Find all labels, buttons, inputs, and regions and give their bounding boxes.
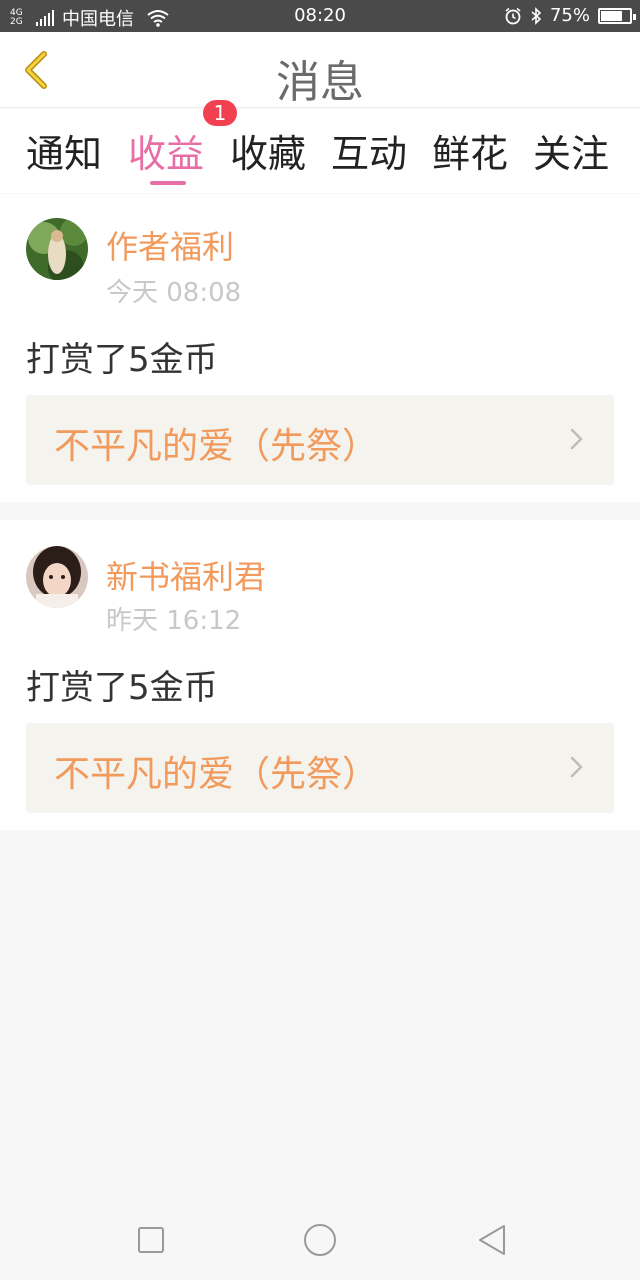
back-icon[interactable] bbox=[472, 1220, 512, 1260]
system-nav-bar bbox=[0, 1190, 640, 1280]
page-title: 消息 bbox=[276, 57, 364, 108]
unread-badge: 1 bbox=[203, 100, 237, 126]
avatar[interactable] bbox=[26, 218, 88, 280]
header: 消息 bbox=[0, 32, 640, 108]
battery-percent: 75% bbox=[549, 5, 590, 26]
book-link[interactable]: 不平凡的爱（先祭） bbox=[26, 395, 614, 485]
book-link[interactable]: 不平凡的爱（先祭） bbox=[26, 723, 614, 813]
tab-following[interactable]: 关注 bbox=[533, 123, 609, 178]
author-name[interactable]: 作者福利 bbox=[106, 222, 234, 268]
tab-notifications[interactable]: 通知 bbox=[26, 123, 102, 178]
message-time: 昨天 16:12 bbox=[106, 606, 242, 636]
tab-flowers[interactable]: 鲜花 bbox=[432, 123, 508, 178]
message-text: 打赏了5金币 bbox=[26, 668, 218, 708]
book-title: 不平凡的爱（先祭） bbox=[54, 426, 379, 467]
home-icon[interactable] bbox=[300, 1220, 340, 1260]
message-card: 新书福利君 昨天 16:12 打赏了5金币 不平凡的爱（先祭） bbox=[0, 520, 640, 830]
chevron-right-icon bbox=[570, 428, 583, 450]
active-tab-indicator bbox=[150, 181, 186, 185]
recent-apps-icon[interactable] bbox=[131, 1220, 171, 1260]
status-bar: 4G 2G 中国电信 08:20 75% bbox=[0, 0, 640, 32]
message-card: 作者福利 今天 08:08 打赏了5金币 不平凡的爱（先祭） bbox=[0, 194, 640, 502]
tab-bar: 通知 收益 收藏 互动 鲜花 关注 bbox=[0, 109, 640, 193]
book-title: 不平凡的爱（先祭） bbox=[54, 754, 379, 795]
alarm-icon bbox=[505, 7, 521, 24]
message-time: 今天 08:08 bbox=[106, 278, 242, 308]
author-name[interactable]: 新书福利君 bbox=[106, 552, 266, 598]
chevron-right-icon bbox=[570, 756, 583, 778]
tab-favorites[interactable]: 收藏 bbox=[230, 123, 306, 178]
bluetooth-icon bbox=[531, 6, 542, 25]
avatar[interactable] bbox=[26, 546, 88, 608]
tab-interactions[interactable]: 互动 bbox=[331, 123, 407, 178]
tab-earnings[interactable]: 收益 bbox=[128, 123, 204, 178]
battery-icon bbox=[598, 7, 636, 24]
message-text: 打赏了5金币 bbox=[26, 340, 218, 380]
